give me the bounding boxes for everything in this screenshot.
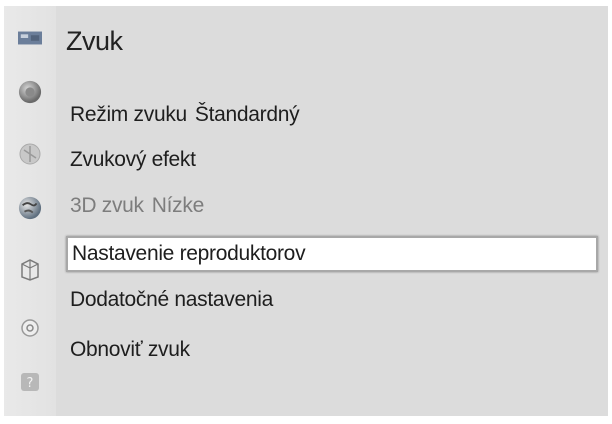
menu-item-label: Režim zvuku [70,103,187,126]
menu-item-label: Dodatočné nastavenia [70,288,273,311]
menu-item-label: 3D zvuk [70,194,144,217]
menu-item-label: Nastavenie reproduktorov [72,242,306,265]
menu-item-speaker-settings[interactable]: Nastavenie reproduktorov [66,236,598,272]
picture-icon[interactable] [18,26,42,50]
channel-icon[interactable] [18,142,42,166]
menu-item-sound-mode[interactable]: Režim zvuku Štandardný [66,97,598,133]
menu-item-reset-sound[interactable]: Obnoviť zvuk [66,332,598,368]
settings-icon[interactable] [18,316,42,340]
menu-title: Zvuk [66,26,123,56]
svg-text:?: ? [27,376,34,391]
menu-item-label: Obnoviť zvuk [70,338,190,361]
menu-item-3d-sound: 3D zvuk Nízke [66,188,598,224]
support-icon[interactable]: ? [18,370,42,394]
menu-item-sound-effect[interactable]: Zvukový efekt [66,142,598,178]
category-sidebar: ? [4,6,56,416]
tv-menu-screen: ? Zvuk Režim zvuku Štandardný Zvukový ef… [0,0,612,424]
menu-item-value: Štandardný [194,103,300,126]
system-icon[interactable] [18,258,42,282]
network-icon[interactable] [18,196,42,220]
menu-item-additional-settings[interactable]: Dodatočné nastavenia [66,282,598,318]
menu-item-label: Zvukový efekt [70,148,196,171]
menu-item-value: Nízke [151,194,204,217]
sound-icon[interactable] [18,80,42,104]
